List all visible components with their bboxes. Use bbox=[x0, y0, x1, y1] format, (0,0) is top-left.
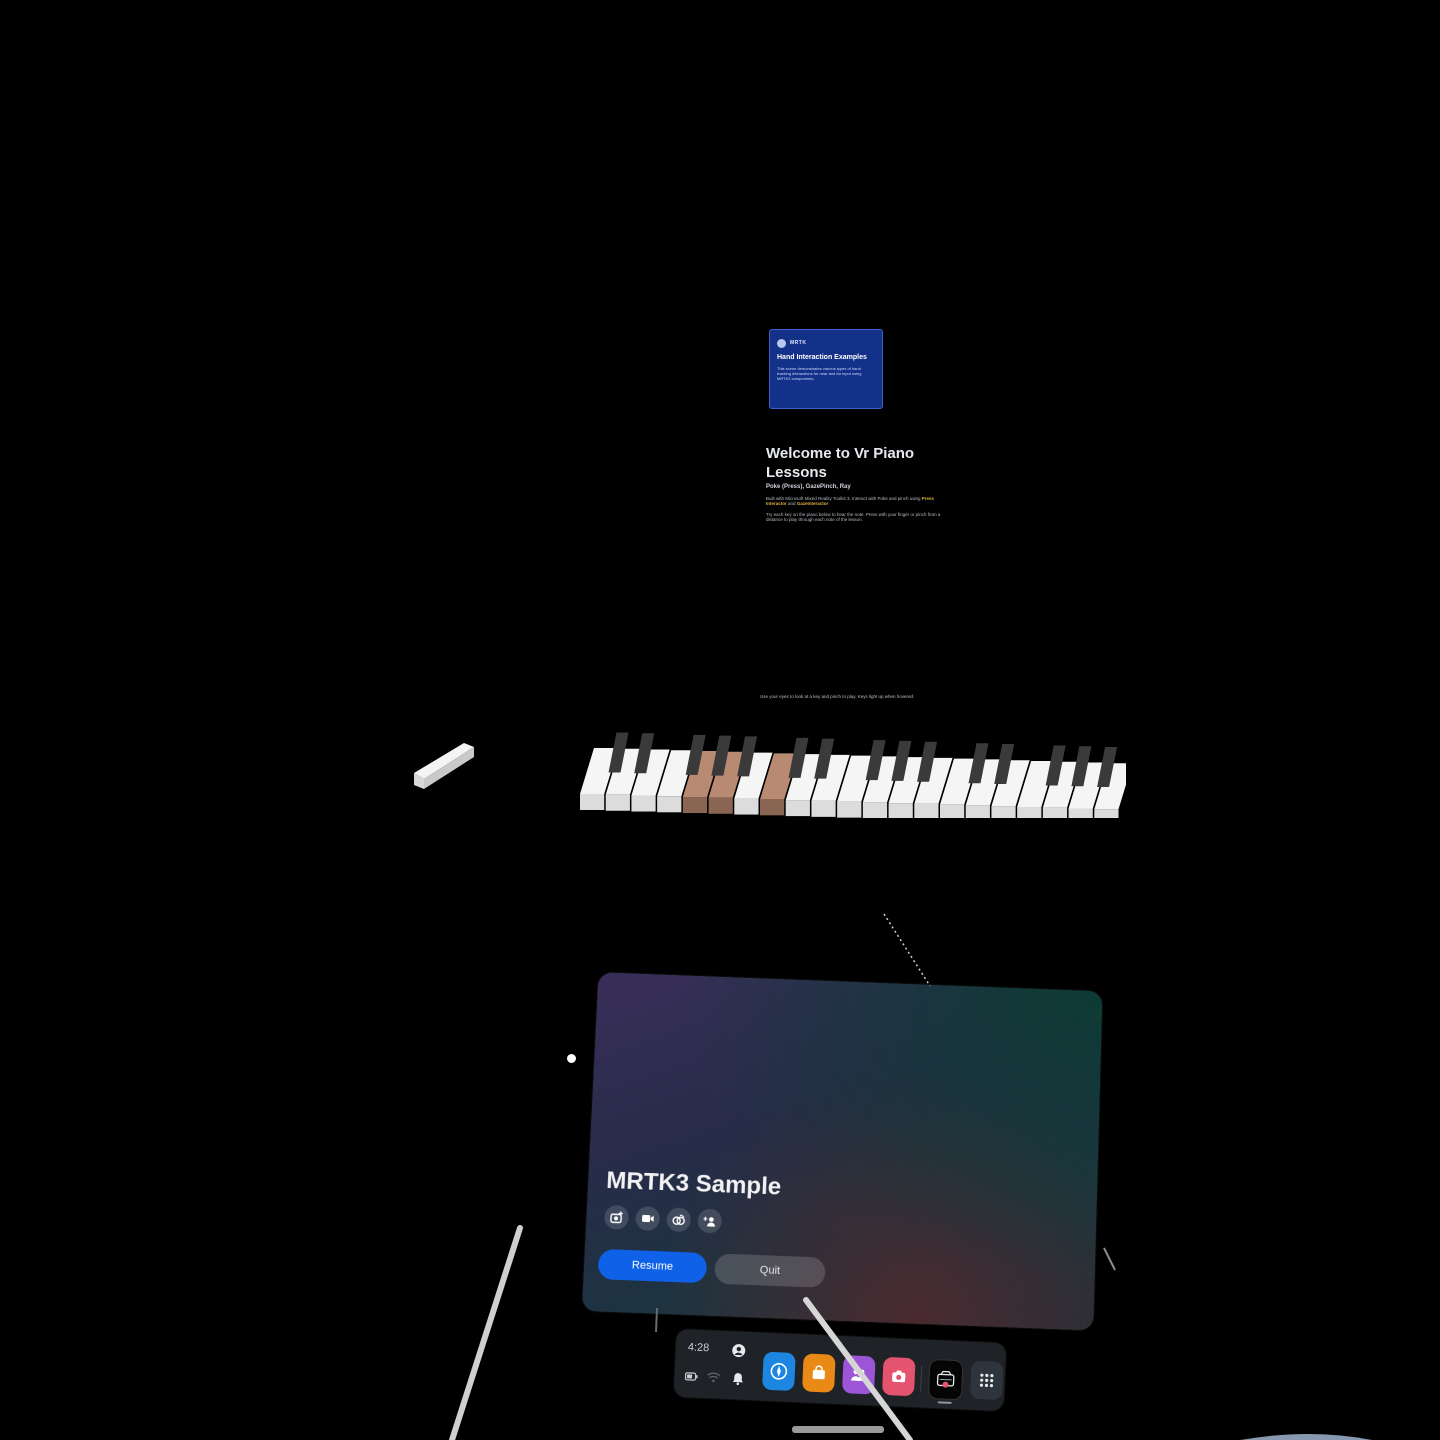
explore-icon[interactable] bbox=[762, 1352, 796, 1391]
active-app-indicator bbox=[938, 1401, 952, 1404]
universal-taskbar: 4:28 bbox=[674, 1329, 1007, 1411]
active-app-icon[interactable] bbox=[928, 1359, 964, 1400]
mrtk-info-panel: MRTK Hand Interaction Examples This scen… bbox=[769, 329, 883, 409]
taskbar-divider bbox=[920, 1366, 922, 1392]
welcome-paragraph-2: Try each key on the piano below to hear … bbox=[766, 512, 946, 522]
gaze-interactor-link[interactable]: GazeInteractor bbox=[797, 501, 829, 506]
store-icon[interactable] bbox=[802, 1353, 836, 1392]
mrtk-brand: MRTK bbox=[790, 340, 806, 346]
welcome-paragraph-1: Built with Microsoft Mixed Reality Toolk… bbox=[766, 496, 946, 506]
left-controller-ray bbox=[452, 1228, 520, 1440]
welcome-paragraph-1-and: and bbox=[787, 501, 797, 506]
mrtk-panel-body: This scene demonstrates various types of… bbox=[777, 366, 875, 381]
floor-marker bbox=[792, 1426, 884, 1433]
quit-button[interactable]: Quit bbox=[714, 1253, 826, 1287]
welcome-panel: Welcome to Vr Piano Lessons Poke (Press)… bbox=[766, 444, 946, 522]
dotted-pointer-ray bbox=[884, 914, 930, 986]
profile-icon[interactable] bbox=[731, 1343, 746, 1358]
welcome-subtitle: Poke (Press), GazePinch, Ray bbox=[766, 484, 946, 490]
piano-keyboard[interactable] bbox=[578, 728, 1126, 818]
app-title: MRTK3 Sample bbox=[606, 1167, 782, 1202]
menu-action-icons bbox=[604, 1205, 722, 1234]
mrtk-logo-row: MRTK bbox=[777, 336, 875, 350]
floating-piano-key[interactable] bbox=[408, 735, 478, 791]
hand-shadow bbox=[1240, 1434, 1372, 1440]
battery-icon bbox=[684, 1369, 699, 1384]
app-library-icon[interactable] bbox=[970, 1361, 1004, 1400]
piano-footnote: Use your eyes to look at a key and pinch… bbox=[760, 694, 920, 699]
system-menu-panel: MRTK3 Sample Resume Quit bbox=[582, 972, 1103, 1330]
wifi-icon bbox=[706, 1370, 721, 1385]
camera-icon[interactable] bbox=[882, 1357, 916, 1396]
mrtk-logo-icon bbox=[777, 339, 786, 348]
resume-button[interactable]: Resume bbox=[597, 1249, 707, 1283]
mrtk-panel-title: Hand Interaction Examples bbox=[777, 354, 875, 361]
people-icon[interactable] bbox=[842, 1355, 876, 1394]
pointer-cursor-left bbox=[567, 1054, 576, 1063]
invite-people-icon[interactable] bbox=[697, 1208, 722, 1233]
edge-ray-fragment bbox=[1104, 1248, 1115, 1270]
welcome-title: Welcome to Vr Piano Lessons bbox=[766, 444, 946, 482]
camera-add-icon[interactable] bbox=[604, 1205, 629, 1230]
video-record-icon[interactable] bbox=[635, 1206, 660, 1231]
vr-scene: MRTK Hand Interaction Examples This scen… bbox=[0, 0, 1440, 1440]
clock: 4:28 bbox=[688, 1341, 710, 1354]
notifications-icon[interactable] bbox=[730, 1371, 745, 1386]
cast-icon[interactable] bbox=[666, 1207, 691, 1232]
